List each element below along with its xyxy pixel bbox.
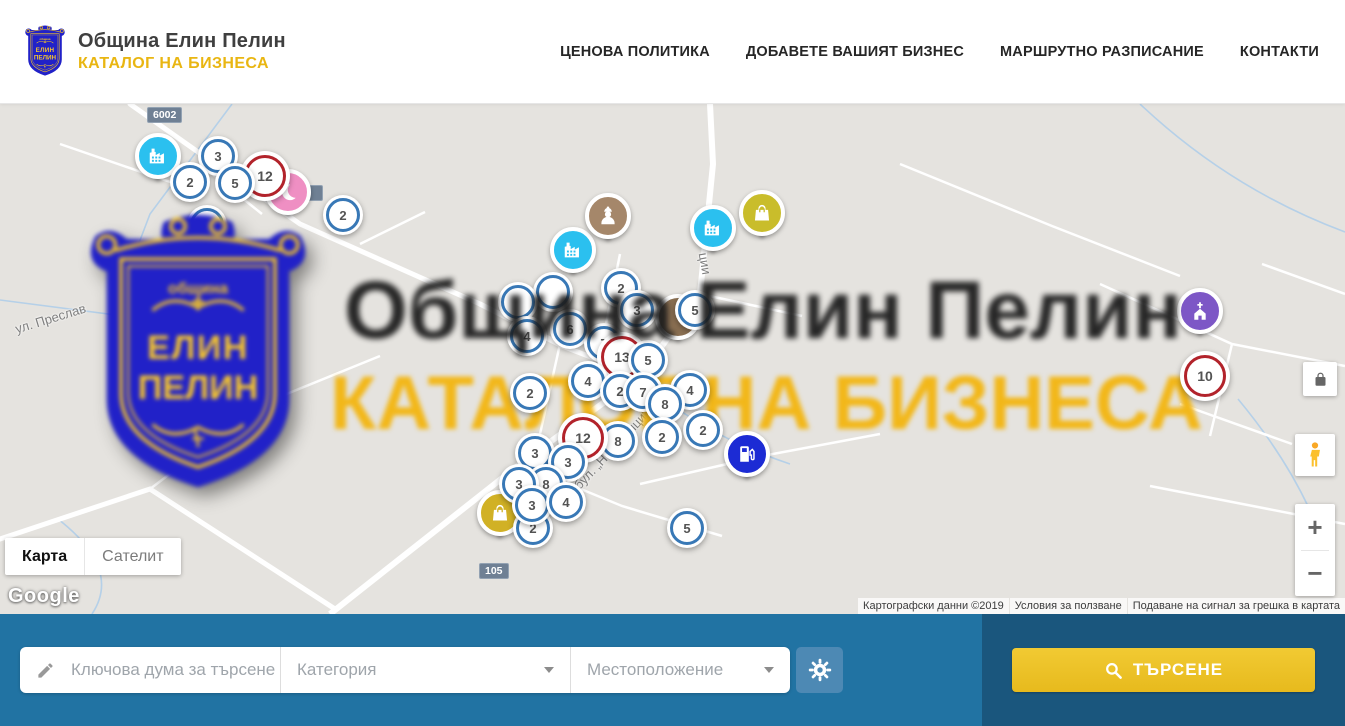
brand[interactable]: Община Елин Пелин КАТАЛОГ НА БИЗНЕСА (0, 25, 286, 78)
attribution-copyright: Картографски данни ©2019 (858, 598, 1009, 614)
map-cluster[interactable]: 2 (323, 195, 363, 235)
lock-icon (1313, 372, 1328, 387)
zoom-in-button[interactable]: + (1295, 504, 1335, 550)
google-logo[interactable]: Google (8, 585, 80, 608)
search-bar-right: ТЪРСЕНЕ (982, 614, 1345, 726)
keyword-search-input[interactable] (69, 659, 280, 681)
map-pin-factory[interactable] (690, 205, 736, 251)
map-cluster[interactable]: 2 (683, 410, 723, 450)
zoom-out-button[interactable]: − (1295, 551, 1335, 597)
nav-route-schedule[interactable]: МАРШРУТНО РАЗПИСАНИЕ (1000, 44, 1204, 60)
chevron-down-icon (764, 667, 774, 673)
category-placeholder: Категория (297, 660, 376, 680)
advanced-search-button[interactable] (796, 647, 843, 693)
category-dropdown[interactable]: Категория (280, 647, 570, 693)
location-dropdown[interactable]: Местоположение (570, 647, 790, 693)
map-cluster[interactable]: 5 (215, 163, 255, 203)
header: Община Елин Пелин КАТАЛОГ НА БИЗНЕСА ЦЕН… (0, 0, 1345, 104)
map-type-satellite-button[interactable]: Сателит (84, 538, 180, 575)
search-bar-left: Категория Местоположение (0, 614, 982, 726)
map-cluster[interactable]: 10 (1180, 351, 1230, 401)
location-placeholder: Местоположение (587, 660, 723, 680)
search-submit-button[interactable]: ТЪРСЕНЕ (1012, 648, 1315, 692)
brand-subtitle: КАТАЛОГ НА БИЗНЕСА (78, 55, 286, 73)
nav-pricing-policy[interactable]: ЦЕНОВА ПОЛИТИКА (560, 44, 710, 60)
keyword-field (20, 647, 280, 693)
municipality-crest-logo (24, 25, 66, 78)
map-type-control: Карта Сателит (5, 538, 181, 575)
fullscreen-lock-button[interactable] (1303, 362, 1337, 396)
main-nav: ЦЕНОВА ПОЛИТИКА ДОБАВЕТЕ ВАШИЯТ БИЗНЕС М… (560, 44, 1345, 60)
attribution-report-error-link[interactable]: Подаване на сигнал за грешка в картата (1128, 598, 1345, 614)
pegman-icon (1304, 441, 1326, 469)
map-cluster[interactable]: 5 (667, 508, 707, 548)
map-cluster[interactable]: 2 (510, 373, 550, 413)
map-attribution: Картографски данни ©2019 Условия за полз… (857, 598, 1345, 614)
nav-add-your-business[interactable]: ДОБАВЕТЕ ВАШИЯТ БИЗНЕС (746, 44, 964, 60)
map-cluster[interactable]: 2 (642, 417, 682, 457)
search-submit-label: ТЪРСЕНЕ (1133, 660, 1223, 680)
map-cluster[interactable]: 2 (170, 162, 210, 202)
zoom-control: + − (1295, 504, 1335, 596)
gear-icon (808, 658, 832, 682)
map-pin-fuel[interactable] (724, 431, 770, 477)
nav-contacts[interactable]: КОНТАКТИ (1240, 44, 1319, 60)
search-icon (1104, 661, 1123, 680)
map-pin-bag[interactable] (739, 190, 785, 236)
map-cluster[interactable]: 4 (546, 482, 586, 522)
watermark-crest (84, 212, 312, 500)
attribution-terms-link[interactable]: Условия за ползване (1010, 598, 1127, 614)
page: Община Елин Пелин КАТАЛОГ НА БИЗНЕСА ЦЕН… (0, 0, 1345, 725)
map-type-map-button[interactable]: Карта (5, 538, 84, 575)
search-field-group: Категория Местоположение (20, 647, 790, 693)
watermark-title: Община Елин Пелин (330, 264, 1196, 358)
search-bar: Категория Местоположение (0, 614, 1345, 726)
map-pin-engineer[interactable] (585, 193, 631, 239)
chevron-down-icon (544, 667, 554, 673)
map-canvas[interactable]: ул. Преславбул. „Новоселци“ции 6002105 К… (0, 104, 1345, 614)
pencil-icon (36, 661, 55, 680)
brand-title: Община Елин Пелин (78, 30, 286, 53)
street-view-pegman[interactable] (1295, 434, 1335, 476)
